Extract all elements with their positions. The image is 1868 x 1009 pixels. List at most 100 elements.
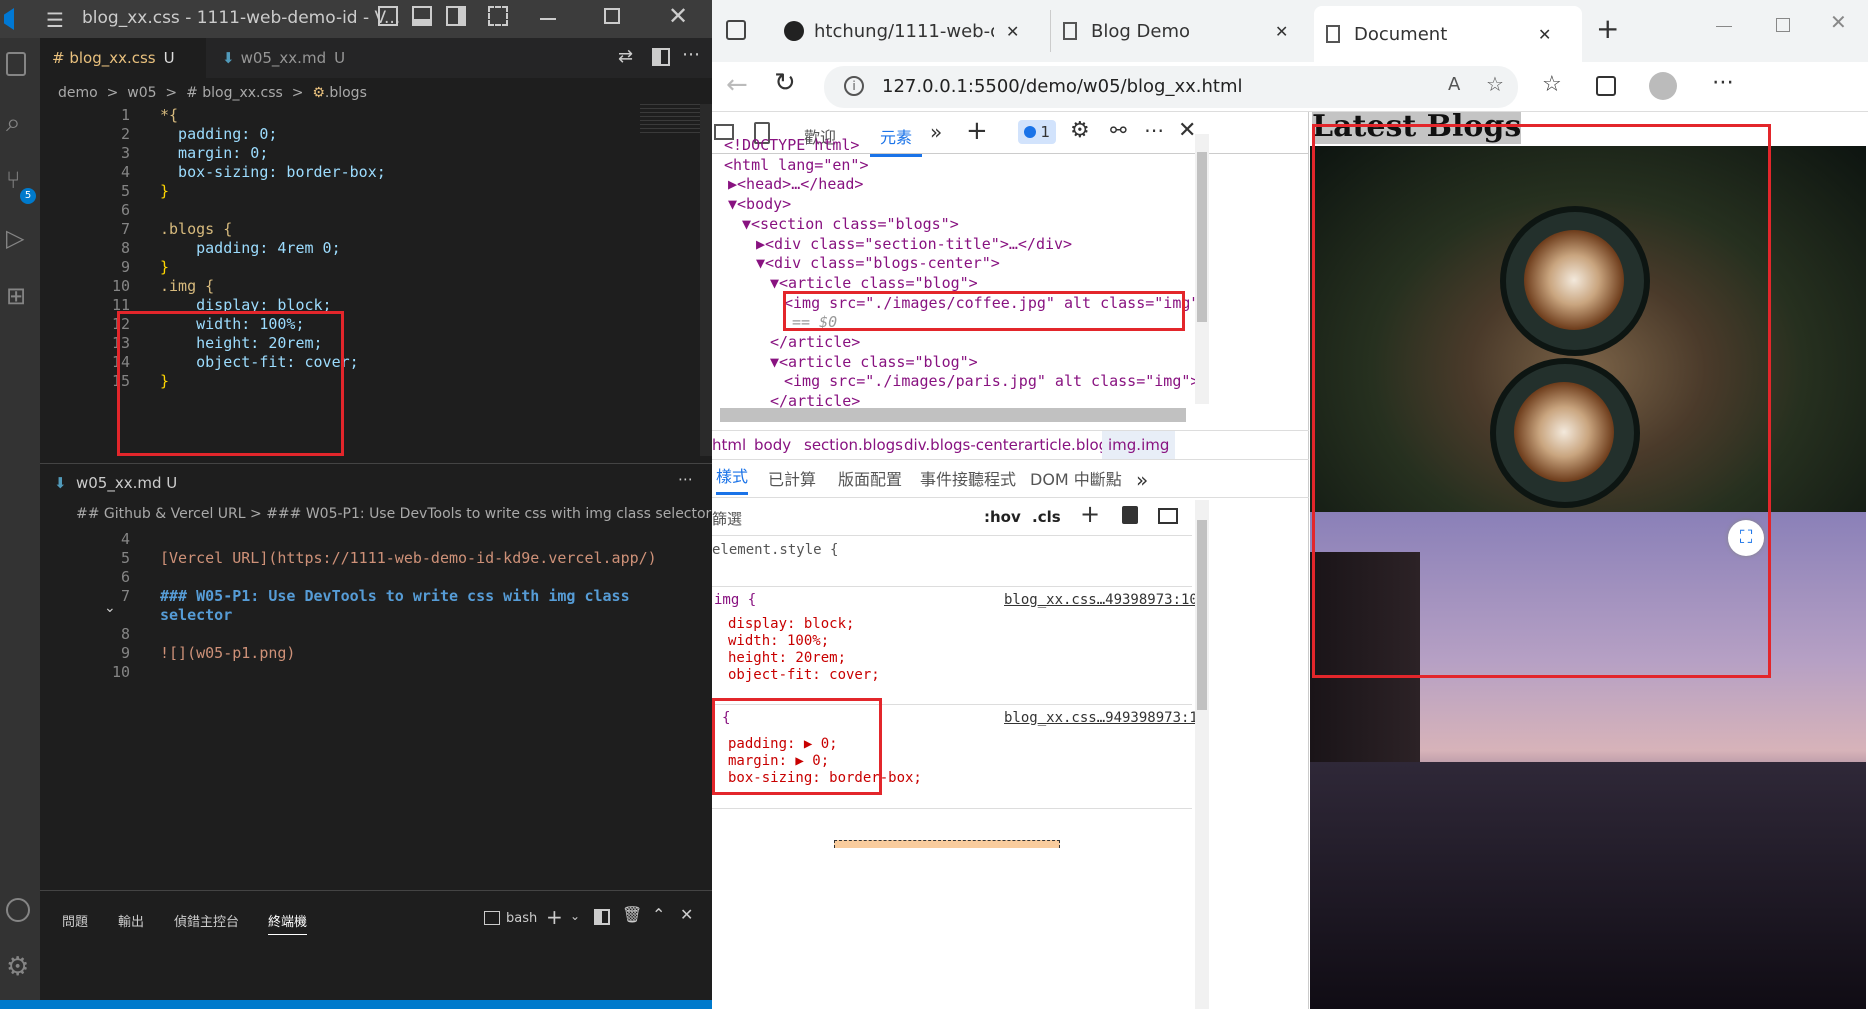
css-declaration[interactable]: height: 20rem; xyxy=(728,650,880,667)
css-declaration[interactable]: box-sizing: border-box; xyxy=(728,770,922,787)
address-field[interactable]: i 127.0.0.1:5500/demo/w05/blog_xx.html A… xyxy=(824,66,1518,108)
close-icon[interactable]: ✕ xyxy=(668,2,688,30)
terminal-name[interactable]: bash xyxy=(506,911,537,926)
maximize-icon[interactable] xyxy=(1776,18,1790,32)
css-declaration[interactable]: width: 100%; xyxy=(728,633,880,650)
info-icon[interactable]: i xyxy=(844,76,864,96)
rule1-selector: img { xyxy=(714,592,757,608)
compare-icon[interactable]: ⇄ xyxy=(618,46,633,67)
cls-button[interactable]: .cls xyxy=(1032,508,1061,526)
new-rule-icon[interactable]: + xyxy=(1080,500,1100,528)
title-bar: ☰ blog_xx.css - 1111-web-demo-id - V... … xyxy=(0,0,712,38)
favorites-icon[interactable]: ☆ xyxy=(1542,72,1562,97)
page-icon xyxy=(1326,25,1340,43)
page-heading: Latest Blogs xyxy=(1312,112,1522,144)
profile-avatar[interactable] xyxy=(1649,72,1677,100)
extensions-icon[interactable]: ⊞ xyxy=(6,282,34,310)
hov-button[interactable]: :hov xyxy=(984,508,1021,526)
explorer-icon[interactable] xyxy=(6,52,26,76)
dom-breadcrumbs: html body section.blogs div.blogs-center… xyxy=(712,430,1309,460)
more-actions-icon[interactable]: ⋯ xyxy=(678,470,693,488)
url-text[interactable]: 127.0.0.1:5500/demo/w05/blog_xx.html xyxy=(882,76,1243,97)
tab-w05-md[interactable]: ⬇ w05_xx.md U xyxy=(210,38,360,78)
back-icon[interactable]: ← xyxy=(726,70,748,100)
chevron-up-icon[interactable]: ⌃ xyxy=(652,905,665,924)
code-line[interactable]: 15} xyxy=(80,370,680,393)
dom-hscroll[interactable] xyxy=(720,408,1186,422)
dom-node[interactable]: <img src="./images/coffee.jpg" alt class… xyxy=(784,292,1208,315)
styles-scrollbar[interactable] xyxy=(1195,500,1209,1009)
new-tab-icon[interactable]: + xyxy=(1596,12,1619,45)
minimap[interactable] xyxy=(640,104,702,134)
coffee-cup-top xyxy=(1500,206,1650,356)
devtools-panel: 歡迎 元素 » + 1 ⚙ ⚯ ⋯ ✕ <!DOCTYPE html> <html… xyxy=(712,112,1309,1009)
search-icon[interactable]: ⌕ xyxy=(6,108,34,138)
bottom-panel: 問題 輸出 偵錯主控台 終端機 bash + ⌄ 🗑 ⌃ ✕ xyxy=(40,890,712,1000)
tab-actions-icon[interactable] xyxy=(726,20,746,40)
customize-layout-icon[interactable] xyxy=(488,6,508,26)
tab-blog-css[interactable]: # blog_xx.css U xyxy=(40,38,206,78)
close-tab-icon[interactable]: ✕ xyxy=(1275,22,1288,41)
account-icon[interactable] xyxy=(6,898,30,922)
fold-chevron-icon[interactable]: ⌄ xyxy=(104,600,116,616)
dom-scrollbar[interactable] xyxy=(1195,134,1209,404)
close-panel-icon[interactable]: ✕ xyxy=(680,905,693,924)
browser-tab-blog-demo[interactable]: Blog Demo ✕ xyxy=(1050,10,1318,52)
symbol-icon: ⚙ xyxy=(312,85,325,101)
close-tab-icon[interactable]: ✕ xyxy=(1006,22,1019,41)
css-declaration[interactable]: margin: ▶ 0; xyxy=(728,753,922,770)
maximize-icon[interactable] xyxy=(604,8,620,24)
more-actions-icon[interactable]: ⋯ xyxy=(682,44,700,65)
tab-terminal[interactable]: 終端機 xyxy=(268,911,308,935)
md-editor[interactable]: 4 5 [Vercel URL](https://1111-web-demo-id-… xyxy=(40,528,712,728)
close-tab-icon[interactable]: ✕ xyxy=(1538,25,1551,44)
more-icon[interactable]: ⋯ xyxy=(1712,70,1734,95)
layout-toggle-icon[interactable] xyxy=(378,6,398,26)
css-declaration[interactable]: object-fit: cover; xyxy=(728,667,880,684)
paint-icon[interactable] xyxy=(1122,506,1138,524)
page-scrollbar[interactable] xyxy=(1772,112,1868,1009)
css-declaration[interactable]: display: block; xyxy=(728,616,880,633)
browser-tab-github[interactable]: htchung/1111-web-de ✕ xyxy=(772,10,1040,52)
split-editor-icon[interactable] xyxy=(652,48,670,66)
md-tab[interactable]: w05_xx.md U xyxy=(76,474,177,492)
add-favorite-icon[interactable]: ☆ xyxy=(1486,72,1504,96)
close-window-icon[interactable]: ✕ xyxy=(1830,10,1847,34)
tab-output[interactable]: 輸出 xyxy=(118,911,144,930)
styles-filter-row: 篩選 :hov .cls + xyxy=(712,500,1192,536)
browser-tab-strip: htchung/1111-web-de ✕ Blog Demo ✕ Docume… xyxy=(712,0,1868,62)
toggle-sidebar-icon[interactable] xyxy=(1158,508,1178,524)
tab-debug-console[interactable]: 偵錯主控台 xyxy=(174,911,239,930)
browser-window: htchung/1111-web-de ✕ Blog Demo ✕ Docume… xyxy=(712,0,1868,1009)
styles-pane[interactable]: element.style { img { blog_xx.css…493989… xyxy=(712,538,1198,1009)
split-terminal-icon[interactable] xyxy=(594,909,610,925)
dom-tree[interactable]: <!DOCTYPE html> <html lang="en"> ▶<head>…<… xyxy=(712,134,1208,416)
chevron-down-icon[interactable]: ⌄ xyxy=(570,909,580,923)
css-declaration[interactable]: padding: ▶ 0; xyxy=(728,736,922,753)
read-aloud-icon[interactable]: A xyxy=(1448,74,1460,95)
trash-icon[interactable]: 🗑 xyxy=(622,905,642,924)
editor-scrollbar[interactable] xyxy=(700,104,712,456)
address-bar-row: ← ↻ i 127.0.0.1:5500/demo/w05/blog_xx.ht… xyxy=(712,62,1868,112)
refresh-icon[interactable]: ↻ xyxy=(774,68,796,98)
md-line[interactable]: 10 xyxy=(80,661,680,684)
settings-gear-icon[interactable]: ⚙ xyxy=(6,952,34,982)
minimize-icon[interactable] xyxy=(1716,26,1732,27)
tab-problems[interactable]: 問題 xyxy=(62,911,88,930)
collections-icon[interactable] xyxy=(1596,76,1616,96)
rule1-source-link[interactable]: blog_xx.css…49398973:10 xyxy=(1004,592,1198,608)
visual-search-icon[interactable]: ⛶ xyxy=(1728,520,1764,556)
browser-tab-document[interactable]: Document ✕ xyxy=(1314,6,1582,62)
styles-filter-input[interactable]: 篩選 xyxy=(712,508,967,529)
secondary-sidebar-icon[interactable] xyxy=(446,6,466,26)
more-tabs-icon[interactable]: » xyxy=(1136,462,1148,498)
minimize-icon[interactable] xyxy=(540,18,556,20)
github-icon xyxy=(784,21,804,41)
run-debug-icon[interactable]: ▷ xyxy=(6,224,34,252)
panel-toggle-icon[interactable] xyxy=(412,6,432,26)
css-editor[interactable]: 1 *{2 padding: 0; 3 margin: 0; 4 box-sizing… xyxy=(40,104,712,460)
menu-icon[interactable]: ☰ xyxy=(46,8,64,32)
page-icon xyxy=(1063,22,1077,40)
rule2-source-link[interactable]: blog_xx.css…949398973:1 xyxy=(1004,710,1198,726)
new-terminal-icon[interactable]: + xyxy=(546,905,563,929)
